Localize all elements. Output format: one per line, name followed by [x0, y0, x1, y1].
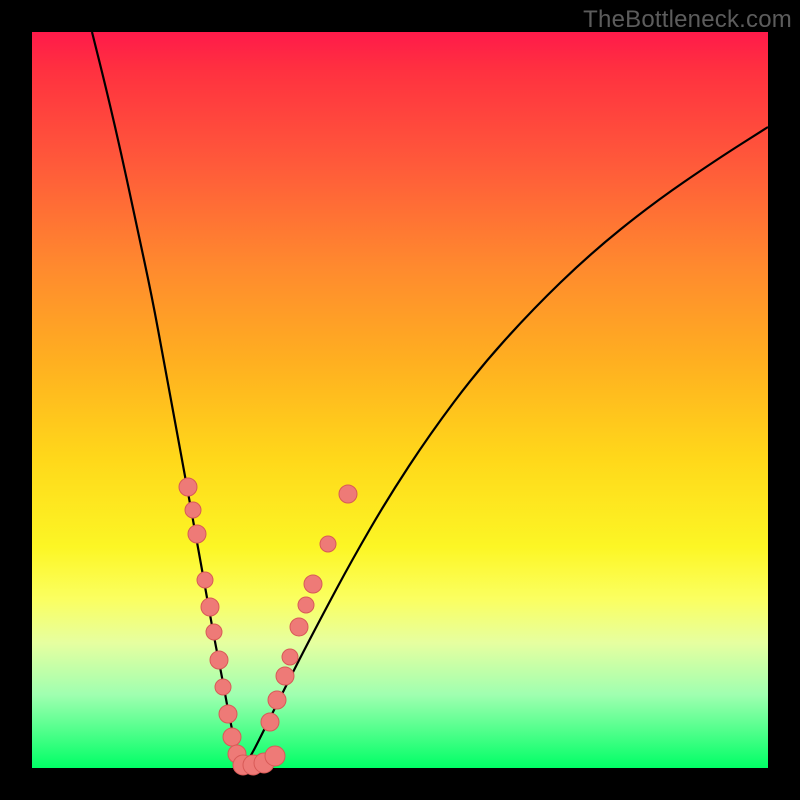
highlight-dot: [197, 572, 213, 588]
highlight-dot: [298, 597, 314, 613]
chart-frame: TheBottleneck.com: [0, 0, 800, 800]
plot-area: [32, 32, 768, 768]
highlight-dot: [304, 575, 322, 593]
curve-layer: [32, 32, 768, 768]
highlight-dot: [268, 691, 286, 709]
highlight-dot: [261, 713, 279, 731]
highlight-dot: [201, 598, 219, 616]
highlight-dot: [276, 667, 294, 685]
curve-right-branch: [243, 127, 768, 768]
highlight-dot: [206, 624, 222, 640]
highlight-dot: [215, 679, 231, 695]
highlight-dot: [185, 502, 201, 518]
highlight-dot: [223, 728, 241, 746]
highlight-dot: [282, 649, 298, 665]
highlight-dot: [265, 746, 285, 766]
highlight-dot: [179, 478, 197, 496]
highlight-dot: [339, 485, 357, 503]
highlight-dot: [219, 705, 237, 723]
highlight-dots: [179, 478, 357, 775]
highlight-dot: [320, 536, 336, 552]
highlight-dot: [188, 525, 206, 543]
highlight-dot: [290, 618, 308, 636]
watermark-text: TheBottleneck.com: [583, 6, 792, 34]
highlight-dot: [210, 651, 228, 669]
